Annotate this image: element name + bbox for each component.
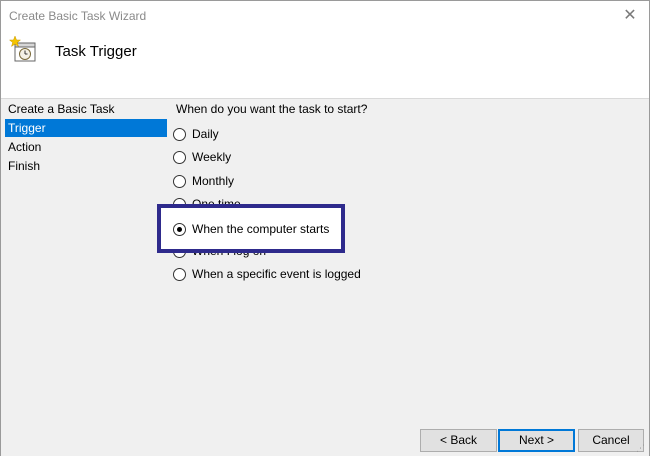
- option-label: Weekly: [192, 150, 232, 164]
- radio-specific-event[interactable]: [173, 267, 186, 281]
- option-label: When the computer starts: [192, 222, 330, 236]
- step-create-basic-task[interactable]: Create a Basic Task: [5, 100, 167, 118]
- radio-weekly[interactable]: [173, 150, 186, 164]
- wizard-header: Task Trigger: [1, 31, 649, 99]
- option-label: Monthly: [192, 174, 235, 188]
- option-daily[interactable]: Daily: [173, 125, 219, 143]
- option-label: When a specific event is logged: [192, 267, 361, 281]
- step-action[interactable]: Action: [5, 138, 167, 156]
- radio-monthly[interactable]: [173, 174, 186, 188]
- title-bar: Create Basic Task Wizard ✕: [1, 1, 649, 31]
- highlight-annotation: When the computer starts: [157, 204, 345, 253]
- window-title: Create Basic Task Wizard: [9, 9, 147, 23]
- task-scheduler-icon: [9, 35, 36, 62]
- wizard-window: Create Basic Task Wizard ✕ Task Trigger …: [0, 0, 650, 456]
- trigger-panel: When do you want the task to start? Dail…: [167, 100, 649, 456]
- step-trigger[interactable]: Trigger: [5, 119, 167, 137]
- radio-daily[interactable]: [173, 127, 186, 141]
- page-title: Task Trigger: [55, 43, 137, 60]
- next-button[interactable]: Next >: [498, 429, 575, 452]
- close-icon[interactable]: ✕: [619, 4, 641, 26]
- option-weekly[interactable]: Weekly: [173, 148, 231, 166]
- back-button[interactable]: < Back: [420, 429, 497, 452]
- radio-computer-starts[interactable]: [173, 222, 186, 236]
- resize-grip-icon[interactable]: ⋰: [636, 443, 646, 453]
- trigger-prompt: When do you want the task to start?: [176, 102, 368, 116]
- step-finish[interactable]: Finish: [5, 157, 167, 175]
- cancel-button[interactable]: Cancel: [578, 429, 644, 452]
- option-computer-starts[interactable]: When the computer starts: [173, 220, 329, 238]
- option-specific-event[interactable]: When a specific event is logged: [173, 265, 361, 283]
- option-label: Daily: [192, 127, 219, 141]
- wizard-steps: Create a Basic Task Trigger Action Finis…: [1, 100, 167, 456]
- option-monthly[interactable]: Monthly: [173, 172, 234, 190]
